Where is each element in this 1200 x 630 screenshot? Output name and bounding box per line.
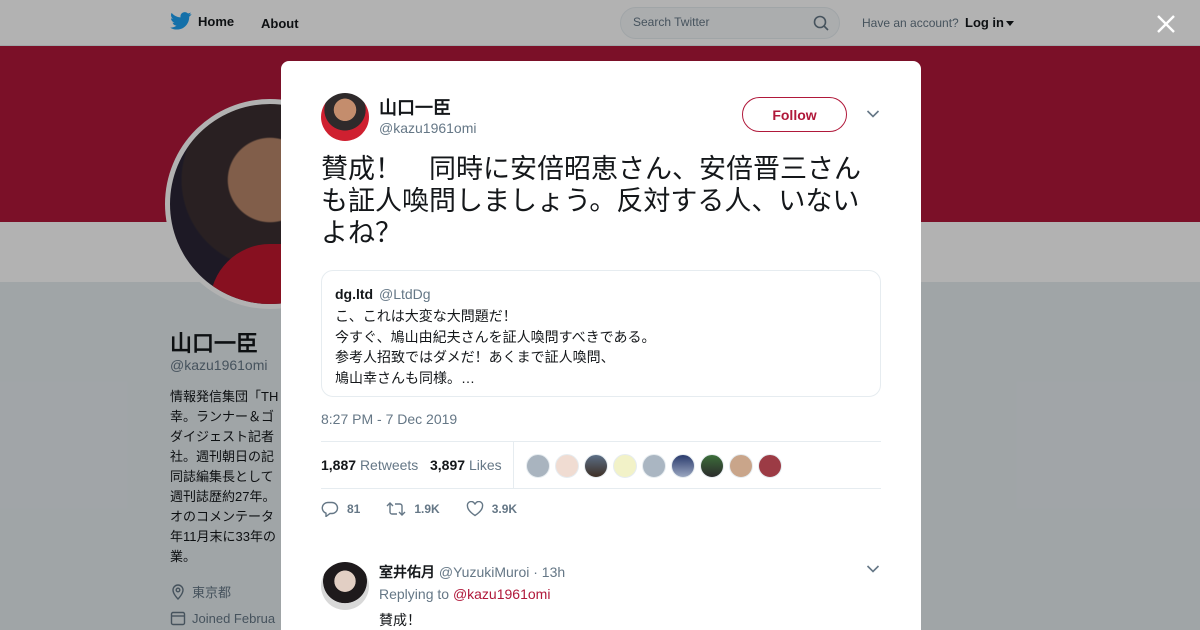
author-handle[interactable]: @kazu1961omi: [379, 120, 477, 136]
tweet-text-line: 賛成！ 同時に安倍昭恵さん、安倍晋三さん: [321, 154, 861, 184]
liker-avatar[interactable]: [758, 454, 782, 478]
stats-divider: [513, 442, 514, 488]
tweet-actions: 81 1.9K 3.9K: [321, 501, 543, 517]
reply-time[interactable]: · 13h: [533, 564, 565, 580]
reply-icon: [321, 501, 339, 517]
tweet-text-line: よね？: [321, 218, 402, 248]
retweet-icon: [386, 502, 406, 516]
tweet-text: 賛成！ 同時に安倍昭恵さん、安倍晋三さん も証人喚問しましょう。反対する人、いな…: [321, 153, 886, 249]
author-avatar[interactable]: [321, 93, 369, 141]
follow-button[interactable]: Follow: [742, 97, 847, 132]
liker-avatar[interactable]: [642, 454, 666, 478]
quoted-name: dg.ltd: [335, 286, 374, 302]
tweet-text-line: も証人喚問しましょう。反対する人、いない: [321, 186, 860, 216]
retweets-label: Retweets: [359, 457, 419, 473]
chevron-down-icon[interactable]: [866, 564, 880, 574]
like-action[interactable]: 3.9K: [466, 501, 517, 517]
quoted-line: 鳩山幸さんも同様。…: [335, 369, 475, 386]
quoted-line: 参考人招致ではダメだ！あくまで証人喚問、: [335, 349, 615, 365]
heart-icon: [466, 501, 483, 517]
reply-author-name[interactable]: 室井佑月: [379, 564, 435, 580]
quoted-line: こ、これは大変な大問題だ！: [335, 308, 517, 324]
author-name[interactable]: 山口一臣: [379, 94, 451, 120]
likes-label: Likes: [468, 457, 502, 473]
retweet-count: 1.9K: [414, 502, 440, 516]
liker-avatar[interactable]: [613, 454, 637, 478]
chevron-down-icon[interactable]: [866, 109, 880, 119]
likers-avatars: [526, 454, 782, 478]
reply-count: 81: [347, 502, 361, 516]
tweet-stats: 1,887 Retweets 3,897 Likes: [321, 441, 881, 489]
liker-avatar[interactable]: [555, 454, 579, 478]
likes-count: 3,897: [430, 457, 466, 473]
like-count: 3.9K: [491, 502, 518, 516]
liker-avatar[interactable]: [700, 454, 724, 478]
replying-to-link[interactable]: @kazu1961omi: [453, 586, 551, 602]
liker-avatar[interactable]: [671, 454, 695, 478]
likes-stat[interactable]: 3,897 Likes: [430, 457, 502, 473]
quoted-handle: @LtdDg: [379, 286, 431, 302]
reply-author-handle[interactable]: @YuzukiMuroi: [439, 564, 529, 580]
liker-avatar[interactable]: [729, 454, 753, 478]
quoted-line: 今すぐ、鳩山由紀夫さんを証人喚問すべきである。: [335, 328, 656, 345]
reply-text: 賛成！: [379, 612, 421, 628]
quoted-tweet[interactable]: dg.ltd @LtdDg こ、これは大変な大問題だ！ 今すぐ、鳩山由紀夫さんを…: [321, 270, 881, 397]
tweet-timestamp[interactable]: 8:27 PM - 7 Dec 2019: [321, 411, 457, 427]
tweet-modal: 山口一臣 @kazu1961omi Follow 賛成！ 同時に安倍昭恵さん、安…: [281, 61, 921, 630]
reply-action[interactable]: 81: [321, 501, 360, 517]
replying-to-label: Replying to: [379, 586, 450, 602]
close-icon[interactable]: [1152, 10, 1180, 38]
retweets-count: 1,887: [321, 457, 357, 473]
liker-avatar[interactable]: [584, 454, 608, 478]
reply-avatar[interactable]: [321, 562, 369, 610]
retweet-action[interactable]: 1.9K: [386, 501, 440, 517]
liker-avatar[interactable]: [526, 454, 550, 478]
quoted-text: こ、これは大変な大問題だ！ 今すぐ、鳩山由紀夫さんを証人喚問すべきである。 参考…: [335, 306, 655, 388]
reply-header: 室井佑月 @YuzukiMuroi · 13h: [379, 562, 565, 582]
replying-to: Replying to @kazu1961omi: [379, 586, 550, 602]
retweets-stat[interactable]: 1,887 Retweets: [321, 457, 418, 473]
